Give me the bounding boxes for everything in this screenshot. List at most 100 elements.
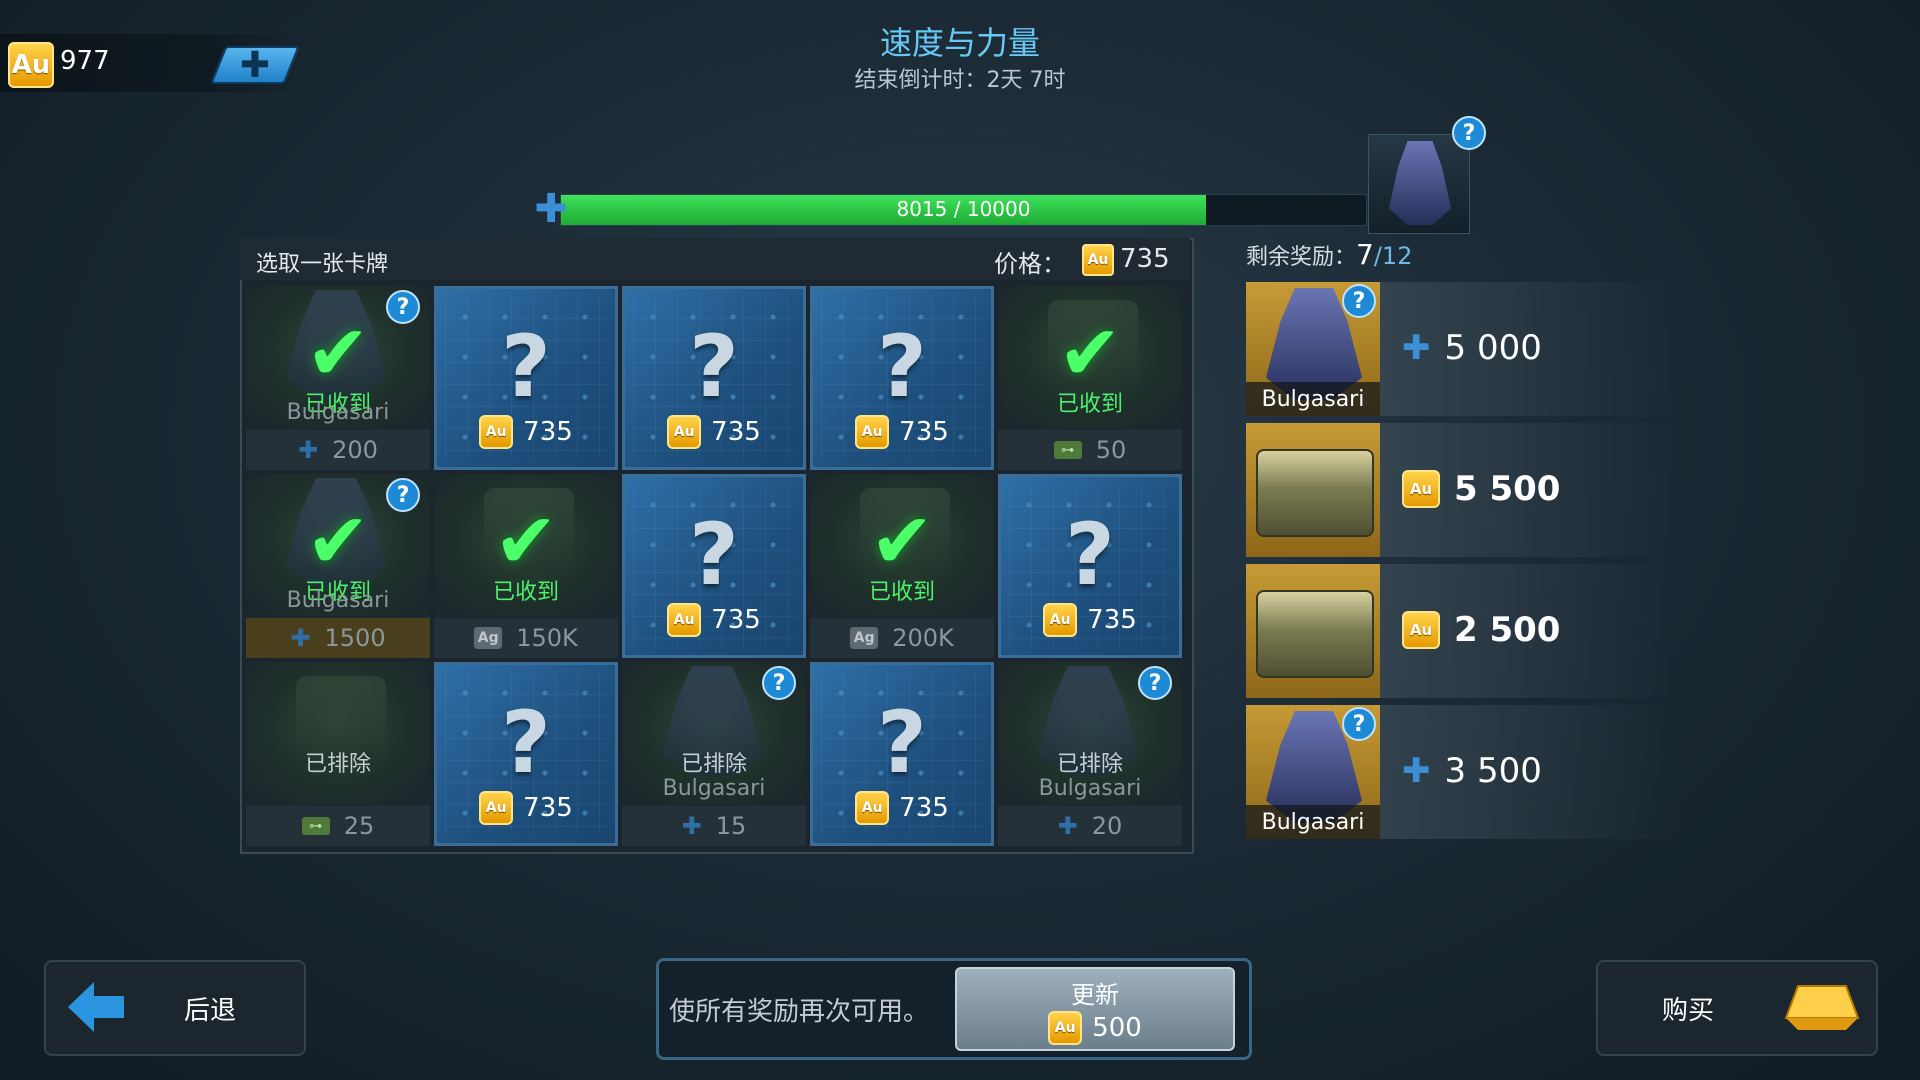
card-price: Au 735 <box>437 415 615 449</box>
question-mark-icon: ? <box>501 693 551 793</box>
question-mark-icon: ? <box>689 317 739 417</box>
refresh-panel: 使所有奖励再次可用。 更新 Au 500 <box>656 958 1252 1060</box>
puzzle-piece-icon: ✚ <box>1402 328 1431 368</box>
progress-text: 8015 / 10000 <box>896 197 1031 221</box>
buy-label: 购买 <box>1662 996 1715 1026</box>
reward-image <box>1246 564 1380 698</box>
gold-icon: Au <box>855 415 890 449</box>
question-mark-icon: ? <box>877 317 927 417</box>
help-icon[interactable]: ? <box>762 666 796 700</box>
remaining-rewards-label: 剩余奖励： <box>1246 245 1357 270</box>
card-price: Au 735 <box>1001 603 1179 637</box>
card-robot-name: Bulgasari <box>1038 776 1142 801</box>
card-price-value: 735 <box>523 417 573 447</box>
card-price-value: 735 <box>523 793 573 823</box>
help-icon[interactable]: ? <box>386 290 420 324</box>
back-label: 后退 <box>184 996 237 1026</box>
card-reward: ✚ 1500 <box>246 618 430 658</box>
mystery-card[interactable]: ? Au 735 <box>434 662 618 846</box>
reward-row[interactable]: Bulgasari ✚ 5 000 <box>1246 282 1676 416</box>
card-reward-value: 150K <box>516 624 578 652</box>
buy-button[interactable]: 购买 <box>1596 960 1878 1056</box>
event-countdown: 结束倒计时：2天 7时 <box>854 68 1066 93</box>
silver-icon: Ag <box>850 627 879 649</box>
card-reward-value: 15 <box>715 812 747 840</box>
help-icon[interactable]: ? <box>386 478 420 512</box>
puzzle-piece-icon: ✚ <box>298 436 319 464</box>
card-price-value: 735 <box>711 417 761 447</box>
card-reward: Ag 200K <box>810 618 994 658</box>
card-price-value: 735 <box>899 793 949 823</box>
key-icon: ⊶ <box>301 817 330 835</box>
robot-icon <box>1389 141 1451 225</box>
question-mark-icon: ? <box>501 317 551 417</box>
gold-icon: Au <box>1402 470 1440 508</box>
reward-amount: 5 500 <box>1454 469 1561 509</box>
card-price-value: 735 <box>1120 244 1170 274</box>
question-mark-icon: ? <box>1065 505 1115 605</box>
crate-icon <box>1256 449 1374 537</box>
mystery-card[interactable]: ? Au 735 <box>434 286 618 470</box>
puzzle-piece-icon: ✚ <box>1057 812 1078 840</box>
card-status: 已排除 <box>680 752 747 777</box>
excluded-card[interactable]: 已排除 ⊶ 25 <box>246 662 430 846</box>
card-reward-value: 20 <box>1091 812 1123 840</box>
card-robot-name: Bulgasari <box>286 588 390 613</box>
card-reward: ✚ 200 <box>246 430 430 470</box>
card-reward: Ag 150K <box>434 618 618 658</box>
received-card[interactable]: ✔ 已收到 ⊶ 50 <box>998 286 1182 470</box>
gold-icon: Au <box>1082 244 1114 276</box>
help-icon[interactable]: ? <box>1342 284 1376 318</box>
card-price: Au 735 <box>625 415 803 449</box>
card-reward-value: 1500 <box>324 624 386 652</box>
mystery-card[interactable]: ? Au 735 <box>998 474 1182 658</box>
gold-icon: Au <box>1048 1011 1083 1045</box>
received-card[interactable]: ✔ 已收到 Ag 150K <box>434 474 618 658</box>
card-reward: ⊶ 25 <box>246 806 430 846</box>
remaining-total: /12 <box>1373 242 1413 270</box>
card-price: Au 735 <box>813 791 991 825</box>
mystery-card[interactable]: ? Au 735 <box>622 474 806 658</box>
card-status: 已收到 <box>1056 392 1123 417</box>
check-icon: ✔ <box>1058 308 1122 397</box>
help-icon[interactable]: ? <box>1342 707 1376 741</box>
card-price: Au 735 <box>813 415 991 449</box>
puzzle-piece-icon: ✚ <box>290 624 311 652</box>
card-price-value: 735 <box>711 605 761 635</box>
refresh-cost: Au 500 <box>957 1011 1233 1045</box>
refresh-cost-value: 500 <box>1092 1013 1142 1043</box>
back-arrow-icon <box>68 982 124 1032</box>
crate-icon <box>1256 590 1374 678</box>
card-reward-value: 25 <box>343 812 375 840</box>
reward-value: ✚ 3 500 <box>1402 751 1542 791</box>
progress-help-icon[interactable]: ? <box>1452 116 1486 150</box>
mystery-card[interactable]: ? Au 735 <box>622 286 806 470</box>
help-icon[interactable]: ? <box>1138 666 1172 700</box>
reward-row[interactable]: Bulgasari ✚ 3 500 <box>1246 705 1676 839</box>
progress-reward-robot[interactable] <box>1368 134 1470 234</box>
card-reward-value: 200 <box>332 436 378 464</box>
reward-value: Au 2 500 <box>1402 610 1560 650</box>
card-price-value: 735 <box>899 417 949 447</box>
mystery-card[interactable]: ? Au 735 <box>810 286 994 470</box>
remaining-count: 7 <box>1356 238 1374 271</box>
back-button[interactable]: 后退 <box>44 960 306 1056</box>
puzzle-piece-icon: ✚ <box>1402 751 1431 791</box>
reward-amount: 5 000 <box>1444 328 1542 368</box>
progress-bar: 8015 / 10000 <box>560 194 1367 226</box>
mystery-card[interactable]: ? Au 735 <box>810 662 994 846</box>
key-icon: ⊶ <box>1053 441 1082 459</box>
check-icon: ✔ <box>494 496 558 585</box>
gold-icon: Au <box>1402 611 1440 649</box>
reward-robot-name: Bulgasari <box>1246 805 1380 839</box>
gold-icon: Au <box>667 415 702 449</box>
card-price: Au 735 <box>625 603 803 637</box>
received-card[interactable]: ✔ 已收到 Ag 200K <box>810 474 994 658</box>
refresh-description: 使所有奖励再次可用。 <box>669 997 930 1027</box>
gold-icon: Au <box>855 791 890 825</box>
card-status: 已排除 <box>304 752 371 777</box>
reward-row[interactable]: Au 2 500 <box>1246 564 1676 698</box>
refresh-button[interactable]: 更新 Au 500 <box>955 967 1235 1051</box>
card-reward-value: 50 <box>1095 436 1127 464</box>
reward-row[interactable]: Au 5 500 <box>1246 423 1676 557</box>
